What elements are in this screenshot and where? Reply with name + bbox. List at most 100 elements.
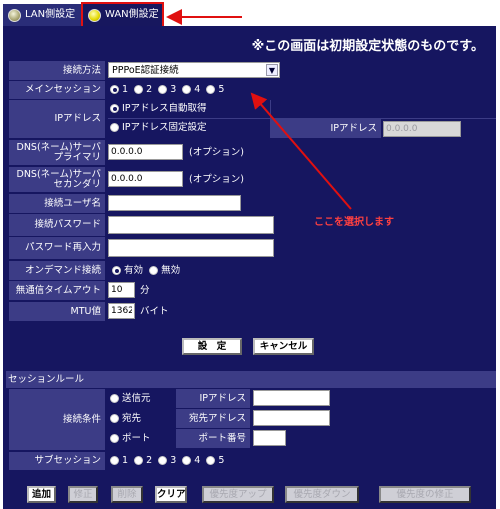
row-timeout: 無通信タイムアウト 分 (6, 281, 496, 300)
tab-bar: LAN側設定 WAN側設定 (0, 0, 500, 28)
session-radio-1[interactable] (110, 85, 119, 94)
on-demand-enabled-radio[interactable] (112, 266, 121, 275)
rule-port-input[interactable] (253, 430, 286, 446)
subsession-radio-5[interactable] (206, 456, 216, 465)
row-on-demand: オンデマンド接続 有効 無効 (6, 261, 496, 280)
tab-wan-label: WAN側設定 (105, 9, 159, 20)
on-demand-disabled-radio[interactable] (149, 266, 159, 275)
row-connection-condition: 接続条件 送信元 宛先 ポート IPアドレス 宛先アドレス ポート番号 (6, 389, 496, 450)
user-name-input[interactable] (108, 195, 241, 211)
priority-edit-button[interactable]: 優先度の修正 (379, 486, 471, 503)
dns-primary-optional: (オプション) (189, 147, 244, 158)
condition-destination-radio[interactable] (110, 414, 119, 423)
add-button[interactable]: 追加 (27, 486, 56, 503)
on-demand-enabled-label: 有効 (124, 265, 144, 276)
dns-primary-label-line2: プライマリ (53, 151, 101, 163)
cancel-button[interactable]: キャンセル (253, 338, 314, 355)
subsession-radio-1[interactable] (110, 456, 119, 465)
row-main-session: メインセッション 1 2 3 4 5 (6, 81, 496, 100)
condition-source-option[interactable]: 送信元 (110, 389, 151, 408)
ip-fixed-radio[interactable] (110, 123, 119, 132)
annotation-label: ここを選択します (314, 217, 394, 228)
row-ip-address: IPアドレス IPアドレス自動取得 IPアドレス固定設定 IPアドレス (6, 100, 496, 138)
password-confirm-label: パスワード再入力 (9, 237, 105, 259)
ip-label: IPアドレス (9, 100, 105, 138)
row-subsession: サブセッション 1 2 3 4 5 (6, 452, 496, 470)
row-password-confirm: パスワード再入力 (6, 237, 496, 259)
rule-port-label: ポート番号 (176, 429, 250, 448)
subsession-label: サブセッション (9, 452, 105, 470)
subsession-radio-3[interactable] (158, 456, 168, 465)
edit-button[interactable]: 修正 (68, 486, 98, 503)
subsession-radio-4[interactable] (182, 456, 192, 465)
password-input[interactable] (108, 216, 274, 234)
subsession-2-label: 2 (146, 455, 153, 466)
dns-primary-label: DNS(ネーム)サーバ プライマリ (9, 140, 105, 165)
session-radio-5[interactable] (206, 85, 216, 94)
condition-source-radio[interactable] (110, 394, 119, 403)
method-value: PPPoE認証接続 (112, 65, 179, 76)
rule-dest-ip-label: 宛先アドレス (176, 409, 250, 428)
session-5-label: 5 (218, 84, 225, 95)
ip-auto-label: IPアドレス自動取得 (122, 103, 207, 114)
rule-ip-label: IPアドレス (176, 389, 250, 408)
dns-secondary-input[interactable] (108, 171, 183, 187)
delete-button[interactable]: 削除 (111, 486, 143, 503)
condition-destination-label: 宛先 (122, 413, 142, 424)
mtu-label: MTU値 (9, 302, 105, 321)
timeout-unit: 分 (140, 285, 150, 296)
tab-lan-settings[interactable]: LAN側設定 (3, 4, 81, 26)
tab-lan-label: LAN側設定 (25, 9, 76, 20)
session-radio-3[interactable] (158, 85, 168, 94)
wan-status-icon (88, 9, 101, 22)
initial-state-notice: ※この画面は初期設定状態のものです。 (251, 39, 484, 54)
password-label: 接続パスワード (9, 214, 105, 236)
lan-status-icon (8, 9, 21, 22)
ip-auto-option[interactable]: IPアドレス自動取得 (110, 99, 207, 118)
mtu-unit: バイト (140, 306, 169, 317)
condition-destination-option[interactable]: 宛先 (110, 409, 141, 428)
ip-fixed-address-input[interactable] (383, 121, 461, 137)
wan-settings-panel: ※この画面は初期設定状態のものです。 接続方法 PPPoE認証接続 ▼ メインセ… (3, 26, 496, 509)
clear-button[interactable]: クリア (155, 486, 187, 503)
method-select[interactable]: PPPoE認証接続 ▼ (108, 62, 280, 78)
on-demand-options: 有効 無効 (112, 261, 180, 280)
subsession-5-label: 5 (218, 455, 225, 466)
set-button[interactable]: 設 定 (182, 338, 242, 355)
timeout-label: 無通信タイムアウト (9, 281, 105, 300)
rule-dest-ip-input[interactable] (253, 410, 330, 426)
chevron-down-icon[interactable]: ▼ (266, 64, 278, 76)
priority-down-button[interactable]: 優先度ダウン (285, 486, 359, 503)
dns-secondary-label: DNS(ネーム)サーバ セカンダリ (9, 167, 105, 192)
condition-port-radio[interactable] (110, 434, 119, 443)
rule-ip-input[interactable] (253, 390, 330, 406)
ip-fixed-label: IPアドレス固定設定 (122, 122, 207, 133)
subsession-options: 1 2 3 4 5 (110, 451, 224, 470)
dns-secondary-label-line2: セカンダリ (53, 178, 101, 190)
mtu-input[interactable] (108, 303, 135, 319)
main-session-options: 1 2 3 4 5 (110, 80, 224, 99)
row-dns-primary: DNS(ネーム)サーバ プライマリ (オプション) (6, 140, 496, 165)
tab-wan-settings[interactable]: WAN側設定 (81, 2, 164, 28)
subsession-1-label: 1 (122, 455, 129, 466)
condition-port-option[interactable]: ポート (110, 429, 151, 448)
condition-port-label: ポート (122, 433, 151, 444)
dns-primary-input[interactable] (108, 144, 183, 160)
ip-fixed-option[interactable]: IPアドレス固定設定 (110, 118, 207, 137)
ip-auto-radio[interactable] (110, 104, 119, 113)
session-4-label: 4 (194, 84, 201, 95)
condition-label: 接続条件 (9, 389, 105, 450)
subsession-radio-2[interactable] (134, 456, 144, 465)
user-label: 接続ユーザ名 (9, 194, 105, 213)
priority-up-button[interactable]: 優先度アップ (202, 486, 274, 503)
subsession-3-label: 3 (170, 455, 177, 466)
main-session-label: メインセッション (9, 81, 105, 99)
row-connection-method: 接続方法 PPPoE認証接続 ▼ (6, 61, 496, 80)
subsession-4-label: 4 (194, 455, 201, 466)
session-radio-4[interactable] (182, 85, 192, 94)
ip-fixed-address-label: IPアドレス (271, 119, 381, 138)
password-confirm-input[interactable] (108, 239, 274, 257)
timeout-input[interactable] (108, 282, 135, 298)
condition-source-label: 送信元 (122, 393, 151, 404)
session-radio-2[interactable] (134, 85, 144, 94)
